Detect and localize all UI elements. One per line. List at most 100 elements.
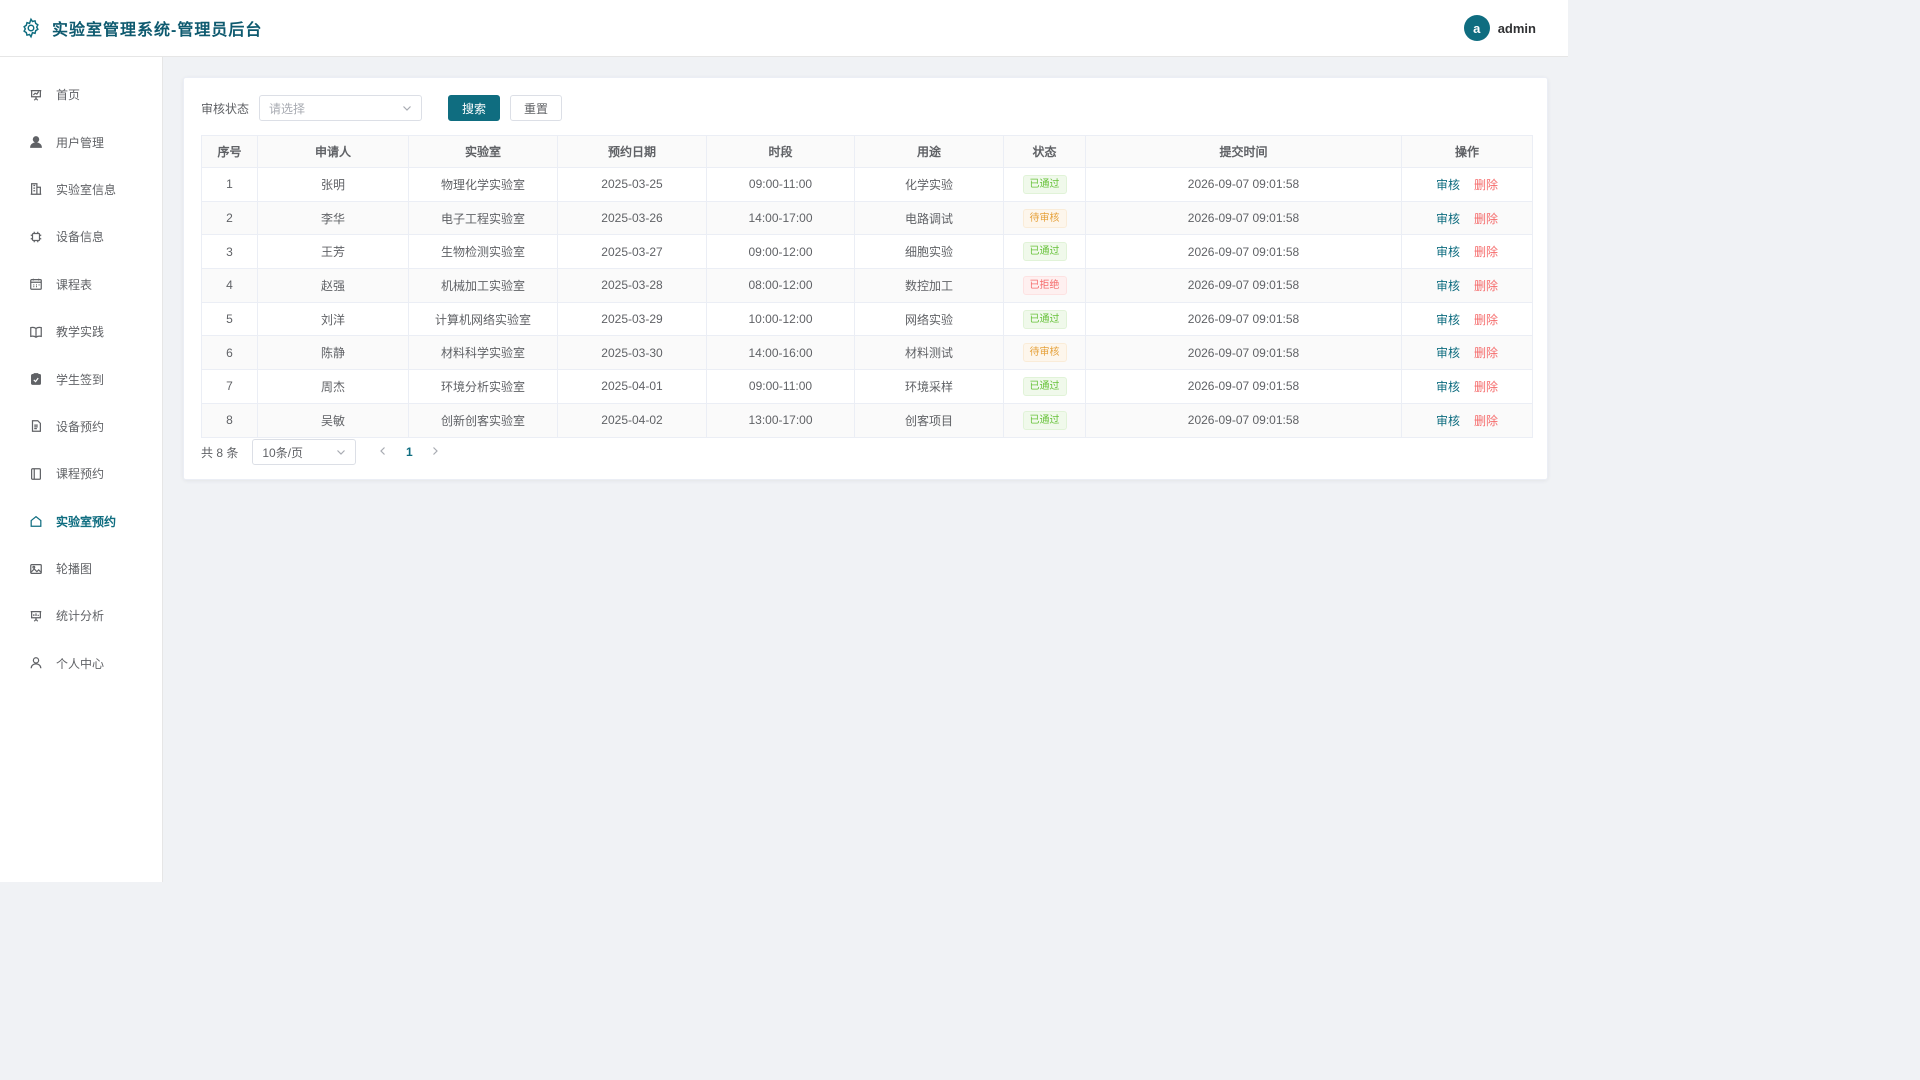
book-icon [28, 324, 44, 340]
cell-date: 2025-03-27 [557, 234, 707, 270]
cell-index: 6 [201, 335, 258, 371]
delete-button[interactable]: 删除 [1474, 178, 1498, 192]
status-badge: 已通过 [1022, 309, 1067, 329]
delete-button[interactable]: 删除 [1474, 414, 1498, 428]
review-button[interactable]: 审核 [1436, 212, 1460, 226]
table-row: 7 周杰 环境分析实验室 2025-04-01 09:00-11:00 环境采样 已通过 20… [201, 369, 1533, 404]
column-header: 序号 [201, 135, 258, 168]
status-badge: 已通过 [1022, 242, 1067, 262]
cell-date: 2025-03-26 [557, 200, 707, 236]
table-row: 2 李华 电子工程实验室 2025-03-26 14:00-17:00 电路调试 待审核 20… [201, 200, 1533, 236]
avatar[interactable]: a [1463, 15, 1490, 41]
reset-button[interactable]: 重置 [510, 95, 563, 121]
cell-applicant: 王芳 [257, 234, 409, 270]
page-size-value: 10条/页 [262, 445, 304, 460]
review-button[interactable]: 审核 [1436, 313, 1460, 327]
delete-button[interactable]: 删除 [1474, 346, 1498, 360]
review-button[interactable]: 审核 [1436, 380, 1460, 394]
sidebar-item-0[interactable]: 首页 [0, 71, 162, 118]
sidebar-item-label: 轮播图 [56, 562, 93, 577]
sidebar-item-label: 实验室预约 [56, 514, 117, 529]
total-count: 共 8 条 [201, 445, 239, 460]
cell-date: 2025-03-29 [557, 301, 707, 337]
cell-actions: 审核 删除 [1401, 335, 1533, 371]
reservation-table: 序号 申请人 实验室 预约日期 时段 用途 状态 提交时间 操作 1 张明 物理化学实验室 2025-… [201, 135, 1533, 438]
cell-actions: 审核 删除 [1401, 167, 1533, 202]
app-title: 实验室管理系统-管理员后台 [52, 22, 263, 39]
cell-lab: 环境分析实验室 [408, 369, 558, 404]
cell-actions: 审核 删除 [1401, 301, 1533, 337]
cell-lab: 生物检测实验室 [408, 234, 558, 270]
sidebar-item-12[interactable]: 个人中心 [0, 640, 162, 687]
reservation-card: 审核状态 请选择 搜索 重置 序号 申请人 实验室 预约日期 时段 用途 状态 提交时间 操作 … [183, 77, 1548, 480]
sidebar-item-label: 教学实践 [56, 325, 105, 340]
status-select-placeholder: 请选择 [269, 101, 306, 116]
prev-page-button[interactable] [370, 445, 396, 459]
cell-lab: 电子工程实验室 [408, 200, 558, 236]
sidebar-item-5[interactable]: 教学实践 [0, 308, 162, 355]
cell-lab: 物理化学实验室 [408, 167, 558, 202]
cell-purpose: 网络实验 [854, 301, 1004, 337]
cell-date: 2025-03-25 [557, 167, 707, 202]
sidebar-item-3[interactable]: 设备信息 [0, 213, 162, 260]
review-button[interactable]: 审核 [1436, 346, 1460, 360]
cell-purpose: 化学实验 [854, 167, 1004, 202]
table-row: 1 张明 物理化学实验室 2025-03-25 09:00-11:00 化学实验 已通过 20… [201, 167, 1533, 202]
filter-bar: 审核状态 请选择 搜索 重置 [201, 95, 563, 121]
user-menu[interactable]: a admin [1463, 15, 1536, 41]
cell-date: 2025-04-01 [557, 369, 707, 404]
sidebar-item-11[interactable]: 统计分析 [0, 592, 162, 639]
sidebar-item-7[interactable]: 设备预约 [0, 403, 162, 450]
sidebar-item-label: 设备信息 [56, 230, 105, 245]
delete-button[interactable]: 删除 [1474, 313, 1498, 327]
column-header: 实验室 [408, 135, 558, 168]
review-button[interactable]: 审核 [1436, 178, 1460, 192]
next-page-button[interactable] [422, 445, 448, 459]
presentation-icon [28, 87, 44, 103]
cell-status: 已拒绝 [1003, 268, 1086, 303]
sidebar-item-1[interactable]: 用户管理 [0, 118, 162, 165]
status-select[interactable]: 请选择 [259, 95, 423, 121]
cell-applicant: 吴敏 [257, 402, 409, 438]
cell-submitted: 2026-09-07 09:01:58 [1085, 369, 1402, 404]
cell-slot: 09:00-11:00 [706, 167, 855, 202]
delete-button[interactable]: 删除 [1474, 245, 1498, 259]
delete-button[interactable]: 删除 [1474, 212, 1498, 226]
sidebar-item-9[interactable]: 实验室预约 [0, 498, 162, 545]
chevron-left-icon [380, 447, 386, 455]
cell-index: 7 [201, 369, 258, 404]
page-number-current[interactable]: 1 [396, 445, 422, 459]
chevron-right-icon [433, 447, 439, 455]
cell-applicant: 刘洋 [257, 301, 409, 337]
sidebar-item-label: 首页 [56, 88, 81, 103]
sidebar-item-4[interactable]: 课程表 [0, 261, 162, 308]
delete-button[interactable]: 删除 [1474, 279, 1498, 293]
review-button[interactable]: 审核 [1436, 279, 1460, 293]
status-badge: 已拒绝 [1022, 275, 1067, 295]
column-header: 提交时间 [1085, 135, 1402, 168]
review-button[interactable]: 审核 [1436, 245, 1460, 259]
cell-applicant: 李华 [257, 200, 409, 236]
cell-purpose: 细胞实验 [854, 234, 1004, 270]
sidebar-item-8[interactable]: 课程预约 [0, 450, 162, 497]
sidebar-item-6[interactable]: 学生签到 [0, 355, 162, 402]
cell-date: 2025-04-02 [557, 402, 707, 438]
cell-actions: 审核 删除 [1401, 369, 1533, 404]
sidebar-item-10[interactable]: 轮播图 [0, 545, 162, 592]
sidebar-item-2[interactable]: 实验室信息 [0, 166, 162, 213]
cell-submitted: 2026-09-07 09:01:58 [1085, 234, 1402, 270]
username[interactable]: admin [1498, 21, 1536, 36]
cell-slot: 13:00-17:00 [706, 402, 855, 438]
delete-button[interactable]: 删除 [1474, 380, 1498, 394]
status-badge: 已通过 [1022, 410, 1067, 430]
status-badge: 已通过 [1022, 376, 1067, 396]
page-size-select[interactable]: 10条/页 [252, 439, 357, 465]
cell-date: 2025-03-30 [557, 335, 707, 371]
search-button[interactable]: 搜索 [448, 95, 501, 121]
calendar-icon [28, 276, 44, 292]
sidebar-item-label: 用户管理 [56, 135, 105, 150]
review-button[interactable]: 审核 [1436, 414, 1460, 428]
cell-status: 已通过 [1003, 301, 1086, 337]
cell-index: 4 [201, 268, 258, 303]
sidebar-item-label: 个人中心 [56, 656, 105, 671]
